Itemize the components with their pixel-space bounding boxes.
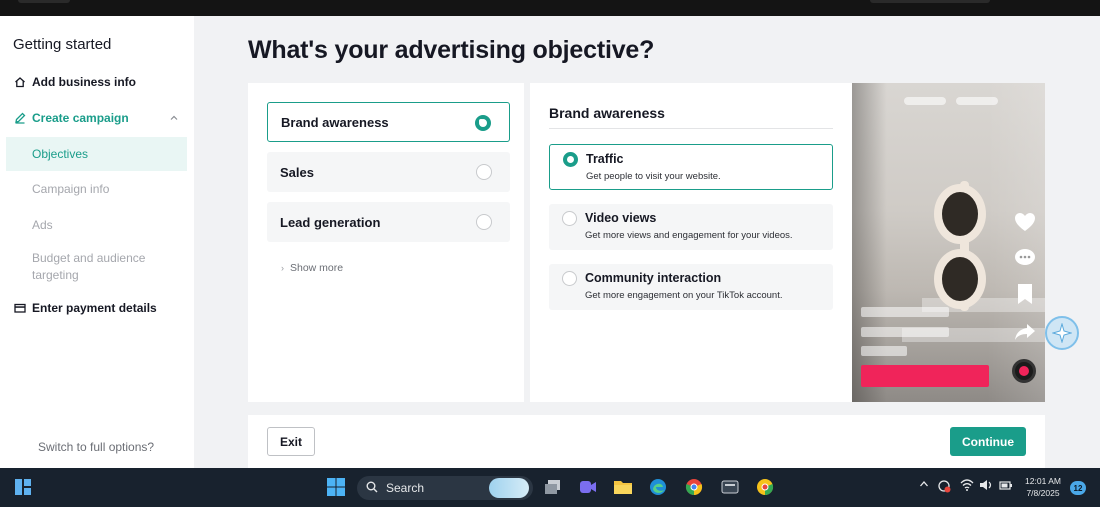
sparkle-icon[interactable] (1045, 316, 1079, 350)
clock-time: 12:01 AM (1025, 476, 1061, 486)
objective-label: Brand awareness (281, 114, 389, 130)
objective-label: Lead generation (280, 214, 381, 230)
chrome-icon[interactable] (683, 476, 705, 498)
taskbar-search-box[interactable]: Search (357, 476, 533, 500)
objective-label: Sales (280, 164, 314, 180)
sub-objective-traffic[interactable]: Traffic Get people to visit your website… (549, 144, 833, 190)
continue-button[interactable]: Continue (950, 427, 1026, 456)
sidebar-item-label: Create campaign (32, 111, 129, 125)
card-icon (13, 301, 27, 315)
sidebar-subitem-campaign-info[interactable]: Campaign info (6, 181, 187, 198)
app-window: Getting started Add business info Create… (0, 16, 1100, 468)
chevron-up-icon[interactable] (919, 479, 929, 492)
preview-caption-line (861, 307, 949, 317)
system-clock[interactable]: 12:01 AM 7/8/2025 (1020, 475, 1066, 499)
sub-objective-desc: Get more views and engagement for your v… (585, 230, 793, 241)
music-disc-icon (1012, 359, 1036, 383)
task-view-icon[interactable] (542, 476, 564, 498)
app-icon[interactable] (719, 476, 741, 498)
sub-objective-title: Traffic (586, 152, 624, 166)
detail-title: Brand awareness (549, 105, 665, 121)
objective-detail-panel: Brand awareness Traffic Get people to vi… (530, 83, 852, 402)
objective-option-lead-generation[interactable]: Lead generation (267, 202, 510, 242)
windows-start-icon[interactable] (325, 476, 347, 498)
edit-icon (13, 111, 27, 125)
sunglasses-image (934, 181, 986, 311)
battery-icon[interactable] (999, 479, 1013, 494)
preview-tab-pill (904, 97, 946, 105)
footer-bar: Exit Continue (248, 415, 1045, 468)
sidebar-title: Getting started (13, 36, 112, 53)
sub-objective-desc: Get people to visit your website. (586, 171, 721, 182)
sidebar-item-label: Add business info (32, 75, 137, 89)
sub-objective-title: Video views (585, 211, 657, 225)
preview-tab-pill (956, 97, 998, 105)
top-bar-handle-right (870, 0, 990, 3)
widgets-icon[interactable] (12, 476, 34, 498)
sub-objective-desc: Get more engagement on your TikTok accou… (585, 290, 783, 301)
wifi-icon[interactable] (960, 479, 974, 494)
sub-objective-title: Community interaction (585, 271, 722, 285)
notification-badge[interactable]: 12 (1070, 481, 1086, 495)
sidebar-item-enter-payment-details[interactable]: Enter payment details (6, 301, 187, 315)
share-icon[interactable] (1014, 321, 1036, 343)
sub-objective-community-interaction[interactable]: Community interaction Get more engagemen… (549, 264, 833, 310)
show-more-link[interactable]: › Show more (281, 262, 343, 274)
preview-caption-line (861, 346, 907, 356)
top-bar-handle-left (18, 0, 70, 3)
divider (549, 128, 833, 129)
page-title: What's your advertising objective? (248, 36, 655, 64)
objective-option-sales[interactable]: Sales (267, 152, 510, 192)
meet-icon[interactable] (577, 476, 599, 498)
chevron-up-icon[interactable] (169, 112, 179, 126)
sync-icon[interactable] (937, 479, 951, 496)
radio-unselected[interactable] (562, 271, 577, 286)
comment-icon[interactable] (1014, 247, 1036, 269)
sidebar-item-create-campaign[interactable]: Create campaign (6, 111, 187, 125)
taskbar: Search 12:01 AM 7/8/2025 12 (0, 468, 1100, 507)
search-label: Search (386, 481, 425, 495)
objective-list-panel: Brand awareness Sales Lead generation › … (248, 83, 524, 402)
sub-objective-video-views[interactable]: Video views Get more views and engagemen… (549, 204, 833, 250)
ad-preview (852, 83, 1045, 402)
sidebar-subitem-objectives[interactable]: Objectives (6, 137, 187, 171)
radio-unselected[interactable] (476, 214, 492, 230)
sidebar-subitem-ads[interactable]: Ads (6, 217, 187, 234)
clock-date: 7/8/2025 (1026, 488, 1060, 498)
radio-unselected[interactable] (476, 164, 492, 180)
show-more-label: Show more (290, 262, 344, 274)
radio-unselected[interactable] (562, 211, 577, 226)
radio-selected[interactable] (563, 152, 578, 167)
preview-caption-line (861, 327, 949, 337)
objective-option-brand-awareness[interactable]: Brand awareness (267, 102, 510, 142)
exit-button[interactable]: Exit (267, 427, 315, 456)
radio-selected[interactable] (475, 115, 491, 131)
search-icon (366, 481, 378, 496)
home-icon (13, 75, 27, 89)
heart-icon[interactable] (1014, 211, 1036, 233)
file-explorer-icon[interactable] (612, 476, 634, 498)
volume-icon[interactable] (979, 479, 993, 494)
search-highlight-image (489, 478, 529, 498)
edge-icon[interactable] (647, 476, 669, 498)
sidebar-item-label: Enter payment details (32, 301, 157, 315)
sidebar: Getting started Add business info Create… (0, 16, 194, 468)
preview-cta-button (861, 365, 989, 387)
sidebar-subitem-budget[interactable]: Budget and audience targeting (6, 250, 156, 284)
bookmark-icon[interactable] (1014, 283, 1036, 305)
switch-full-options-link[interactable]: Switch to full options? (38, 440, 154, 454)
chrome-profile-icon[interactable] (754, 476, 776, 498)
chevron-right-icon: › (281, 263, 284, 273)
sidebar-item-add-business-info[interactable]: Add business info (6, 75, 187, 89)
window-top-bar (0, 0, 1100, 16)
